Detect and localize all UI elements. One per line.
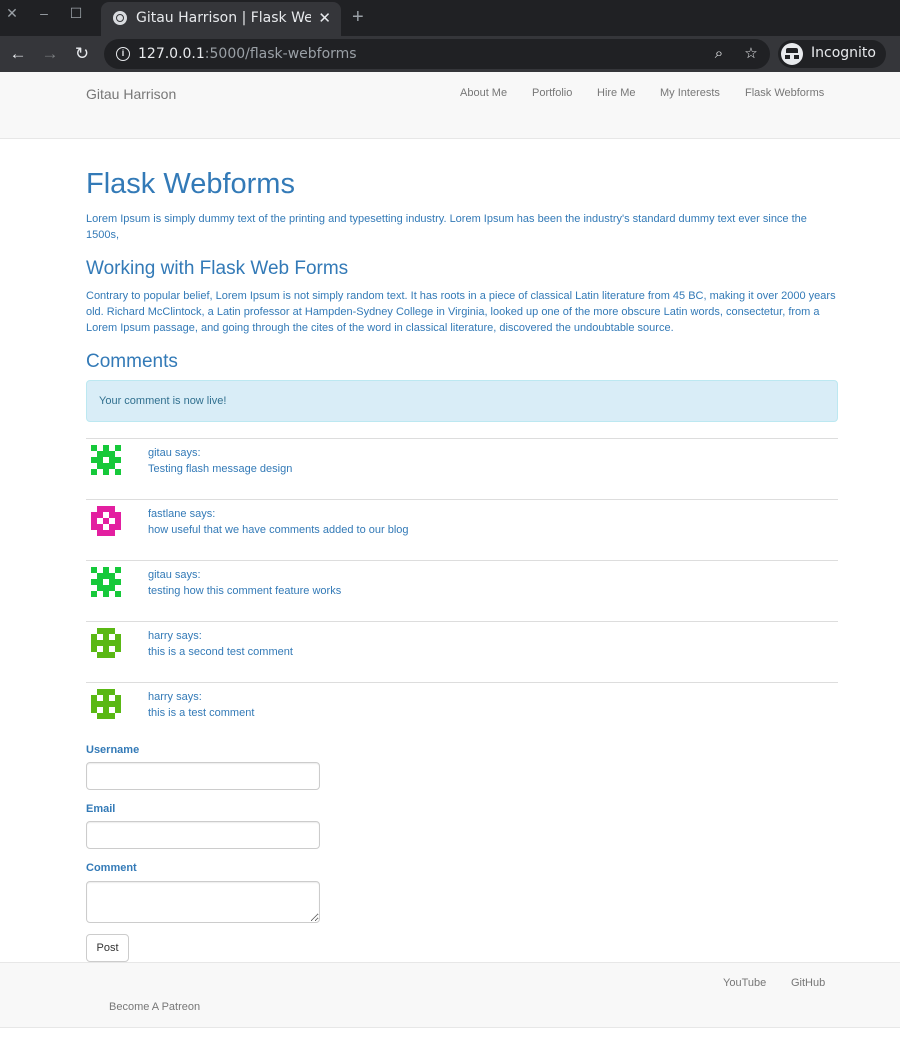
footer-patreon-link[interactable]: Become A Patreon — [109, 1001, 200, 1013]
window-close-icon[interactable]: ✕ — [4, 5, 20, 21]
comment-author: gitau says: — [148, 569, 201, 581]
comment-item: gitau says: testing how this comment fea… — [86, 560, 838, 621]
identicon-avatar — [91, 567, 121, 597]
nav-my-interests[interactable]: My Interests — [660, 87, 720, 99]
footer-github-link[interactable]: GitHub — [791, 977, 825, 989]
nav-hire-me[interactable]: Hire Me — [597, 87, 636, 99]
brand-link[interactable]: Gitau Harrison — [86, 86, 176, 102]
globe-icon — [113, 11, 127, 25]
browser-toolbar: ← → ↻ i 127.0.0.1:5000/flask-webforms ⌕ … — [0, 36, 900, 72]
comment-body: how useful that we have comments added t… — [148, 524, 409, 536]
site-info-icon[interactable]: i — [116, 47, 130, 61]
email-input[interactable] — [86, 821, 320, 849]
incognito-label: Incognito — [811, 45, 876, 61]
identicon-avatar — [91, 628, 121, 658]
email-label: Email — [86, 803, 116, 815]
reload-icon[interactable]: ↻ — [72, 44, 92, 64]
footer-youtube-link[interactable]: YouTube — [723, 977, 766, 989]
username-input[interactable] — [86, 762, 320, 790]
nav-about-me[interactable]: About Me — [460, 87, 507, 99]
tab-close-icon[interactable]: ✕ — [318, 9, 331, 27]
comment-item: gitau says: Testing flash message design — [86, 438, 838, 499]
username-label: Username — [86, 744, 140, 756]
comment-textarea[interactable] — [86, 881, 320, 923]
identicon-avatar — [91, 689, 121, 719]
address-bar[interactable]: i 127.0.0.1:5000/flask-webforms ⌕ ☆ — [104, 39, 770, 69]
incognito-indicator[interactable]: Incognito — [778, 40, 886, 68]
url-text: 127.0.0.1:5000/flask-webforms — [138, 46, 357, 62]
back-icon[interactable]: ← — [8, 44, 28, 64]
site-navbar: Gitau Harrison About Me Portfolio Hire M… — [0, 72, 900, 139]
flash-alert: Your comment is now live! — [86, 380, 838, 422]
identicon-avatar — [91, 506, 121, 536]
window-minimize-icon[interactable]: – — [36, 5, 52, 21]
section-text: Contrary to popular belief, Lorem Ipsum … — [86, 290, 836, 334]
new-tab-icon[interactable]: + — [352, 6, 364, 29]
comment-author: fastlane says: — [148, 508, 216, 520]
comment-author: gitau says: — [148, 447, 201, 459]
bookmark-star-icon[interactable]: ☆ — [742, 45, 760, 63]
identicon-avatar — [91, 445, 121, 475]
zoom-icon[interactable]: ⌕ — [710, 45, 728, 63]
site-footer: YouTube GitHub Become A Patreon — [0, 962, 900, 1028]
intro-text: Lorem Ipsum is simply dummy text of the … — [86, 213, 807, 241]
comment-body: Testing flash message design — [148, 463, 293, 475]
post-button[interactable]: Post — [86, 934, 129, 962]
comment-item: harry says: this is a test comment — [86, 682, 838, 743]
comments-heading: Comments — [86, 351, 178, 372]
incognito-icon — [781, 43, 803, 65]
comment-item: harry says: this is a second test commen… — [86, 621, 838, 682]
comment-author: harry says: — [148, 691, 202, 703]
window-maximize-icon[interactable]: ☐ — [68, 5, 84, 21]
comment-author: harry says: — [148, 630, 202, 642]
comment-body: this is a second test comment — [148, 646, 293, 658]
section-title: Working with Flask Web Forms — [86, 258, 349, 279]
comment-body: testing how this comment feature works — [148, 585, 342, 597]
nav-flask-webforms[interactable]: Flask Webforms — [745, 87, 824, 99]
forward-icon[interactable]: → — [40, 44, 60, 64]
page-title: Flask Webforms — [86, 168, 295, 200]
comment-item: fastlane says: how useful that we have c… — [86, 499, 838, 560]
comment-label: Comment — [86, 862, 137, 874]
nav-portfolio[interactable]: Portfolio — [532, 87, 572, 99]
browser-tab-bar: ✕ – ☐ Gitau Harrison | Flask Webforms ✕ … — [0, 0, 900, 36]
tab-title: Gitau Harrison | Flask Webforms — [136, 10, 311, 26]
comment-body: this is a test comment — [148, 707, 255, 719]
browser-tab[interactable]: Gitau Harrison | Flask Webforms ✕ — [101, 2, 341, 36]
